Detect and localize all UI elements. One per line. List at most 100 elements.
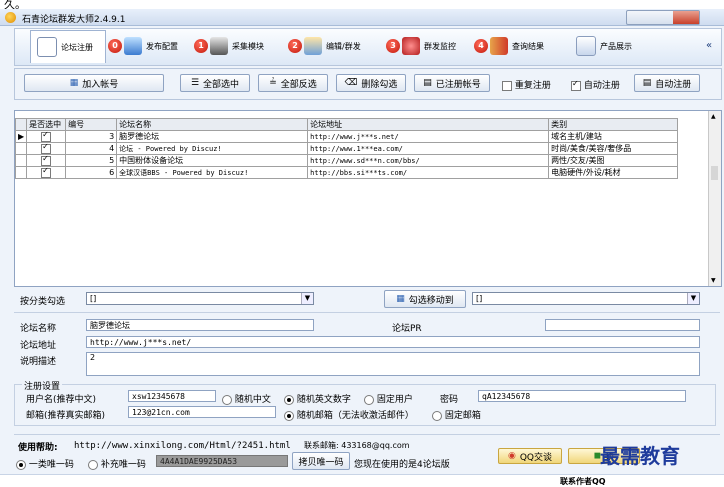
version-note: 您现在使用的是4论坛版 xyxy=(354,460,450,470)
username-field[interactable]: xsw12345678 xyxy=(128,390,216,402)
row-url: http://www.j***s.net/ xyxy=(307,130,550,143)
scroll-thumb[interactable] xyxy=(711,166,718,180)
forum-table: 是否选中 编号 论坛名称 论坛地址 类别 ▶ 3 脑罗德论坛 http://ww… xyxy=(14,118,679,179)
description-field[interactable]: 2 xyxy=(86,352,700,376)
qq-icon: ◉ xyxy=(507,451,516,461)
window-title: 石青论坛群发大师2.4.9.1 xyxy=(22,15,126,25)
table-row[interactable]: 6 全球汉语BBS - Powered by Discuz! http://bb… xyxy=(14,166,679,179)
tab-query-results[interactable]: 4 查询结果 xyxy=(474,30,558,62)
random-en-num-radio[interactable]: 随机英文数字 xyxy=(284,392,351,405)
one-class-code-radio[interactable]: 一类唯一码 xyxy=(16,457,74,470)
binoculars-icon xyxy=(210,37,228,55)
checkbox-checked-icon xyxy=(41,131,52,142)
tab-send-monitor[interactable]: 3 群发监控 xyxy=(386,30,470,62)
divider xyxy=(14,434,720,435)
tab-collect-module[interactable]: 1 采集模块 xyxy=(194,30,280,62)
password-field[interactable]: qA12345678 xyxy=(478,390,686,402)
auto-register-button[interactable]: ▤ 自动注册 xyxy=(634,74,700,92)
radio-selected-icon xyxy=(16,459,26,470)
grid-scrollbar[interactable]: ▲ ▼ xyxy=(708,111,721,286)
eraser-icon: ⌫ xyxy=(344,78,358,88)
table-row[interactable]: ▶ 3 脑罗德论坛 http://www.j***s.net/ 域名主机/建站 xyxy=(14,130,679,143)
row-checkbox[interactable] xyxy=(26,130,67,143)
forum-url-field[interactable]: http://www.j***s.net/ xyxy=(86,336,700,348)
list-icon: ☰ xyxy=(190,78,200,88)
radio-selected-icon xyxy=(284,410,294,421)
scroll-down-icon[interactable]: ▼ xyxy=(711,277,716,284)
unique-code-field[interactable]: 4A4A1DAE9925DA53 xyxy=(156,455,288,467)
row-url: http://www.1***ea.com/ xyxy=(307,142,550,155)
fixed-email-radio[interactable]: 固定邮箱 xyxy=(432,408,481,421)
edit-icon xyxy=(304,37,322,55)
registered-accounts-button[interactable]: ▤ 已注册帐号 xyxy=(414,74,490,92)
row-id: 3 xyxy=(65,130,118,143)
checkbox-icon xyxy=(502,80,512,91)
move-icon: ▦ xyxy=(396,294,405,304)
tab-product-show[interactable]: 产品展示 xyxy=(574,30,654,62)
col-name[interactable]: 论坛名称 xyxy=(116,118,309,131)
tab-forum-register[interactable]: 论坛注册 xyxy=(30,30,106,63)
row-category: 两性/交友/美图 xyxy=(548,154,679,167)
email-label: 邮箱(推荐真实邮箱) xyxy=(26,411,106,421)
random-cn-radio[interactable]: 随机中文 xyxy=(222,392,271,405)
email-field[interactable]: 123@21cn.com xyxy=(128,406,276,418)
row-url: http://www.sd***n.com/bbs/ xyxy=(307,154,550,167)
row-name: 中国粉体设备论坛 xyxy=(116,154,309,167)
col-selected[interactable]: 是否选中 xyxy=(26,118,67,131)
row-name: 全球汉语BBS - Powered by Discuz! xyxy=(116,166,309,179)
checkbox-checked-icon xyxy=(41,143,52,154)
radio-selected-icon xyxy=(284,394,294,405)
row-checkbox[interactable] xyxy=(26,142,67,155)
row-checkbox[interactable] xyxy=(26,154,67,167)
forum-grid[interactable]: 是否选中 编号 论坛名称 论坛地址 类别 ▶ 3 脑罗德论坛 http://ww… xyxy=(14,110,722,287)
chevron-down-icon: ▼ xyxy=(687,293,699,304)
re-register-checkbox[interactable]: 重复注册 xyxy=(502,78,551,91)
row-id: 5 xyxy=(65,154,118,167)
help-link[interactable]: http://www.xinxilong.com/Html/?2451.html xyxy=(74,441,291,451)
top-strip: 久。 xyxy=(0,0,724,11)
supplement-code-radio[interactable]: 补充唯一码 xyxy=(88,457,146,470)
target-category-select[interactable]: [] ▼ xyxy=(472,292,700,305)
row-checkbox[interactable] xyxy=(26,166,67,179)
add-account-button[interactable]: ▦ 加入帐号 xyxy=(24,74,164,92)
table-row[interactable]: 4 论坛 - Powered by Discuz! http://www.1**… xyxy=(14,142,679,155)
current-row-icon: ▶ xyxy=(14,130,28,143)
move-checked-button[interactable]: ▦ 勾选移动到 xyxy=(384,290,466,308)
forum-pr-field[interactable] xyxy=(545,319,700,331)
forum-name-label: 论坛名称 xyxy=(20,324,57,334)
row-name: 脑罗德论坛 xyxy=(116,130,309,143)
col-url[interactable]: 论坛地址 xyxy=(307,118,550,131)
copy-code-button[interactable]: 拷贝唯一码 xyxy=(292,452,350,470)
help-label: 使用帮助: xyxy=(18,443,58,453)
add-icon: ▦ xyxy=(69,78,79,88)
col-category[interactable]: 类别 xyxy=(548,118,679,131)
delete-checked-button[interactable]: ⌫ 删除勾选 xyxy=(336,74,406,92)
description-label: 说明描述 xyxy=(20,357,57,367)
contact-author-text: 联系作者QQ xyxy=(560,477,606,486)
close-icon[interactable] xyxy=(673,11,699,24)
row-indicator-header xyxy=(14,118,28,131)
tab-edit-send[interactable]: 2 编辑/群发 xyxy=(288,30,372,62)
qq-chat-button[interactable]: ◉ QQ交谈 xyxy=(498,448,562,464)
forum-pr-label: 论坛PR xyxy=(392,324,422,334)
category-select[interactable]: [] ▼ xyxy=(86,292,314,305)
watermark-text: 最需教育 xyxy=(600,444,680,468)
table-header-row: 是否选中 编号 论坛名称 论坛地址 类别 xyxy=(14,118,679,131)
sheet-icon: ▤ xyxy=(642,78,652,88)
tab-publish-config[interactable]: 0 发布配置 xyxy=(108,30,190,62)
more-icon[interactable]: « xyxy=(706,40,712,51)
invert-select-button[interactable]: ≟ 全部反选 xyxy=(258,74,328,92)
auto-register-checkbox[interactable]: 自动注册 xyxy=(571,78,620,91)
fixed-user-radio[interactable]: 固定用户 xyxy=(364,392,413,405)
contact-email: 联系邮箱: 433168@qq.com xyxy=(304,441,410,450)
random-email-radio[interactable]: 随机邮箱（无法收激活邮件） xyxy=(284,408,414,421)
chevron-down-icon: ▼ xyxy=(301,293,313,304)
window-controls[interactable] xyxy=(626,10,700,25)
row-id: 4 xyxy=(65,142,118,155)
checkbox-checked-icon xyxy=(571,79,581,91)
col-id[interactable]: 编号 xyxy=(65,118,118,131)
table-row[interactable]: 5 中国粉体设备论坛 http://www.sd***n.com/bbs/ 两性… xyxy=(14,154,679,167)
select-all-button[interactable]: ☰ 全部选中 xyxy=(180,74,250,92)
forum-name-field[interactable]: 脑罗德论坛 xyxy=(86,319,314,331)
scroll-up-icon[interactable]: ▲ xyxy=(711,113,716,120)
